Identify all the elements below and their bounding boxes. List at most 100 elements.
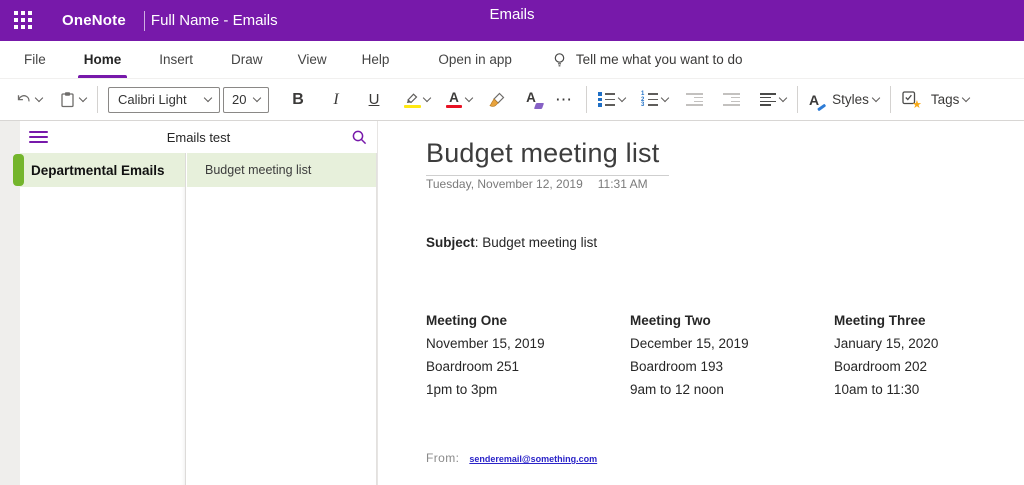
meeting-room: Boardroom 202 xyxy=(834,355,1024,378)
font-color-button[interactable]: A xyxy=(444,88,474,111)
meeting-column-one: Meeting One November 15, 2019 Boardroom … xyxy=(426,309,630,401)
clear-formatting-button[interactable]: A xyxy=(521,88,541,111)
open-in-app-button[interactable]: Open in app xyxy=(436,41,514,78)
notebook-sidebar: Emails test Departmental Emails Budget m… xyxy=(20,121,377,485)
font-size-value: 20 xyxy=(232,92,246,107)
font-color-icon: A xyxy=(446,91,462,108)
from-line: From: senderemail@something.com xyxy=(426,451,597,465)
meeting-column-two: Meeting Two December 15, 2019 Boardroom … xyxy=(630,309,834,401)
page-item-budget-meeting-list[interactable]: Budget meeting list xyxy=(187,153,376,187)
font-name-combobox[interactable]: Calibri Light xyxy=(108,87,220,113)
from-label: From: xyxy=(426,451,459,465)
paste-dropdown-chevron-icon xyxy=(79,94,87,102)
notebook-title[interactable]: Emails test xyxy=(20,130,377,145)
highlighter-icon xyxy=(404,91,420,108)
subject-line: Subject: Budget meeting list xyxy=(426,235,597,250)
bullet-list-icon xyxy=(598,92,615,107)
font-name-value: Calibri Light xyxy=(118,92,187,107)
meeting-date: November 15, 2019 xyxy=(426,332,630,355)
section-label: Departmental Emails xyxy=(31,163,165,178)
increase-indent-button[interactable] xyxy=(721,90,742,109)
notebook-window-title[interactable]: Full Name - Emails xyxy=(151,12,278,29)
lightbulb-icon xyxy=(552,52,567,68)
align-icon xyxy=(760,93,776,106)
meeting-time: 9am to 12 noon xyxy=(630,378,834,401)
font-size-combobox[interactable]: 20 xyxy=(223,87,269,113)
page-canvas[interactable]: Budget meeting list Tuesday, November 12… xyxy=(377,121,1024,485)
subject-value: : Budget meeting list xyxy=(475,235,597,250)
highlight-button[interactable] xyxy=(402,88,432,111)
styles-chevron-icon xyxy=(872,94,880,102)
meeting-name: Meeting Three xyxy=(834,309,1024,332)
clipboard-icon xyxy=(59,91,76,108)
menu-home-label: Home xyxy=(84,52,122,67)
sender-email-link[interactable]: senderemail@something.com xyxy=(469,454,597,464)
meeting-name: Meeting Two xyxy=(630,309,834,332)
page-item-label: Budget meeting list xyxy=(205,163,311,177)
sidebar-panes: Departmental Emails Budget meeting list xyxy=(20,153,377,485)
numbering-button[interactable]: 1 2 3 xyxy=(639,89,670,110)
toolbar-separator xyxy=(97,86,98,113)
font-size-chevron-icon xyxy=(253,94,261,102)
bullets-button[interactable] xyxy=(596,89,627,110)
tags-chevron-icon xyxy=(962,94,970,102)
page-time: 11:31 AM xyxy=(598,177,648,191)
font-color-chevron-icon xyxy=(465,94,473,102)
meeting-date: December 15, 2019 xyxy=(630,332,834,355)
format-painter-icon xyxy=(489,92,507,108)
subject-label: Subject xyxy=(426,235,475,250)
meeting-time: 10am to 11:30 xyxy=(834,378,1024,401)
page-title[interactable]: Budget meeting list xyxy=(426,138,669,176)
highlight-chevron-icon xyxy=(423,94,431,102)
font-name-chevron-icon xyxy=(204,94,212,102)
more-formatting-button[interactable]: ⋯ xyxy=(551,90,577,110)
alignment-chevron-icon xyxy=(779,94,787,102)
tag-icon: ★ xyxy=(902,91,920,108)
paste-button[interactable] xyxy=(57,88,88,111)
underline-button[interactable]: U xyxy=(359,88,389,111)
meetings-table: Meeting One November 15, 2019 Boardroom … xyxy=(426,309,1024,401)
undo-icon xyxy=(15,92,32,107)
undo-dropdown-chevron-icon xyxy=(35,94,43,102)
format-painter-button[interactable] xyxy=(487,89,509,111)
meeting-room: Boardroom 193 xyxy=(630,355,834,378)
page-date: Tuesday, November 12, 2019 xyxy=(426,177,583,191)
app-name[interactable]: OneNote xyxy=(62,12,126,29)
italic-button[interactable]: I xyxy=(321,88,351,112)
tags-label: Tags xyxy=(931,92,960,107)
increase-indent-icon xyxy=(723,93,740,106)
menu-draw[interactable]: Draw xyxy=(229,41,265,78)
ribbon-toolbar: Calibri Light 20 B I U A A xyxy=(0,79,1024,121)
numbering-chevron-icon xyxy=(661,94,669,102)
menu-file[interactable]: File xyxy=(22,41,48,78)
alignment-button[interactable] xyxy=(758,90,788,109)
tell-me-label: Tell me what you want to do xyxy=(576,52,743,67)
meeting-room: Boardroom 251 xyxy=(426,355,630,378)
menu-home[interactable]: Home xyxy=(82,41,124,78)
styles-icon: A xyxy=(809,92,822,108)
app-launcher-icon[interactable] xyxy=(14,11,34,31)
decrease-indent-button[interactable] xyxy=(684,90,705,109)
toolbar-separator xyxy=(586,86,587,113)
undo-button[interactable] xyxy=(13,89,44,110)
section-color-tab xyxy=(13,154,24,186)
meeting-time: 1pm to 3pm xyxy=(426,378,630,401)
tags-button[interactable]: ★ Tags xyxy=(900,88,972,111)
toolbar-separator xyxy=(797,86,798,113)
bold-button[interactable]: B xyxy=(283,88,313,112)
decrease-indent-icon xyxy=(686,93,703,106)
menu-help[interactable]: Help xyxy=(360,41,392,78)
title-separator xyxy=(144,11,145,31)
tell-me-button[interactable]: Tell me what you want to do xyxy=(552,52,743,68)
bullets-chevron-icon xyxy=(618,94,626,102)
active-tab-indicator xyxy=(78,75,128,78)
menu-insert[interactable]: Insert xyxy=(157,41,195,78)
sidebar-header: Emails test xyxy=(20,121,377,153)
section-list-pane: Departmental Emails xyxy=(20,153,186,485)
section-item-departmental-emails[interactable]: Departmental Emails xyxy=(20,153,185,187)
styles-button[interactable]: A Styles xyxy=(807,89,881,111)
app-title-bar: OneNote Full Name - Emails Emails xyxy=(0,0,1024,41)
meeting-name: Meeting One xyxy=(426,309,630,332)
menu-view[interactable]: View xyxy=(296,41,329,78)
numbered-list-icon: 1 2 3 xyxy=(641,92,658,107)
